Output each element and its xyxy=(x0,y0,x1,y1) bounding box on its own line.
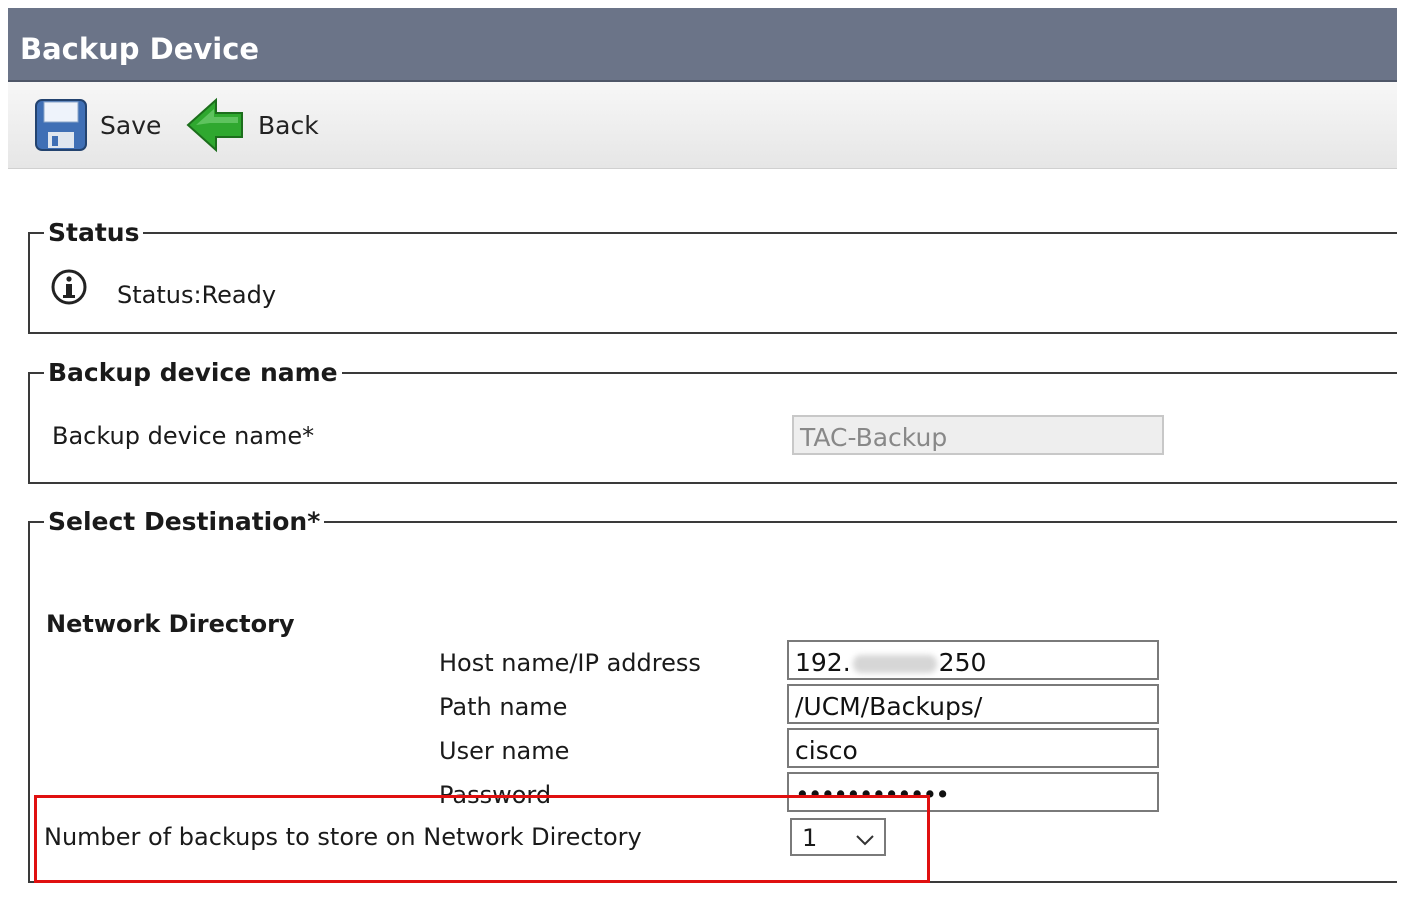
network-directory-heading: Network Directory xyxy=(46,610,295,638)
back-label: Back xyxy=(258,110,319,140)
green-arrow-left-icon xyxy=(186,97,243,153)
toolbar: Save Back xyxy=(8,82,1397,169)
device-name-fieldset: Backup device name xyxy=(28,358,1397,484)
back-button[interactable]: Back xyxy=(186,96,319,154)
page-title: Backup Device xyxy=(20,32,260,66)
host-value-prefix: 192. xyxy=(795,648,851,677)
path-label: Path name xyxy=(439,693,568,721)
info-icon xyxy=(51,269,87,305)
save-label: Save xyxy=(100,110,162,140)
destination-legend: Select Destination* xyxy=(48,507,321,536)
device-name-legend: Backup device name xyxy=(48,358,338,387)
redacted-mask xyxy=(852,655,937,673)
user-field[interactable]: cisco xyxy=(787,728,1159,768)
highlight-box xyxy=(34,795,930,883)
user-label: User name xyxy=(439,737,570,765)
save-button[interactable]: Save xyxy=(32,96,161,154)
host-field[interactable]: 192. 250 xyxy=(787,640,1159,680)
path-field[interactable]: /UCM/Backups/ xyxy=(787,684,1159,724)
floppy-disk-icon xyxy=(35,99,87,151)
host-label: Host name/IP address xyxy=(439,649,701,677)
status-fieldset: Status xyxy=(28,218,1397,334)
status-legend: Status xyxy=(48,218,140,247)
host-value-suffix: 250 xyxy=(938,648,987,677)
title-bar: Backup Device xyxy=(8,8,1397,82)
status-text: Status:Ready xyxy=(117,281,277,309)
device-name-field[interactable]: TAC-Backup xyxy=(792,415,1164,455)
device-name-label: Backup device name* xyxy=(52,422,315,450)
backup-device-page: Backup Device Save Back Status Status:Re… xyxy=(8,8,1397,901)
